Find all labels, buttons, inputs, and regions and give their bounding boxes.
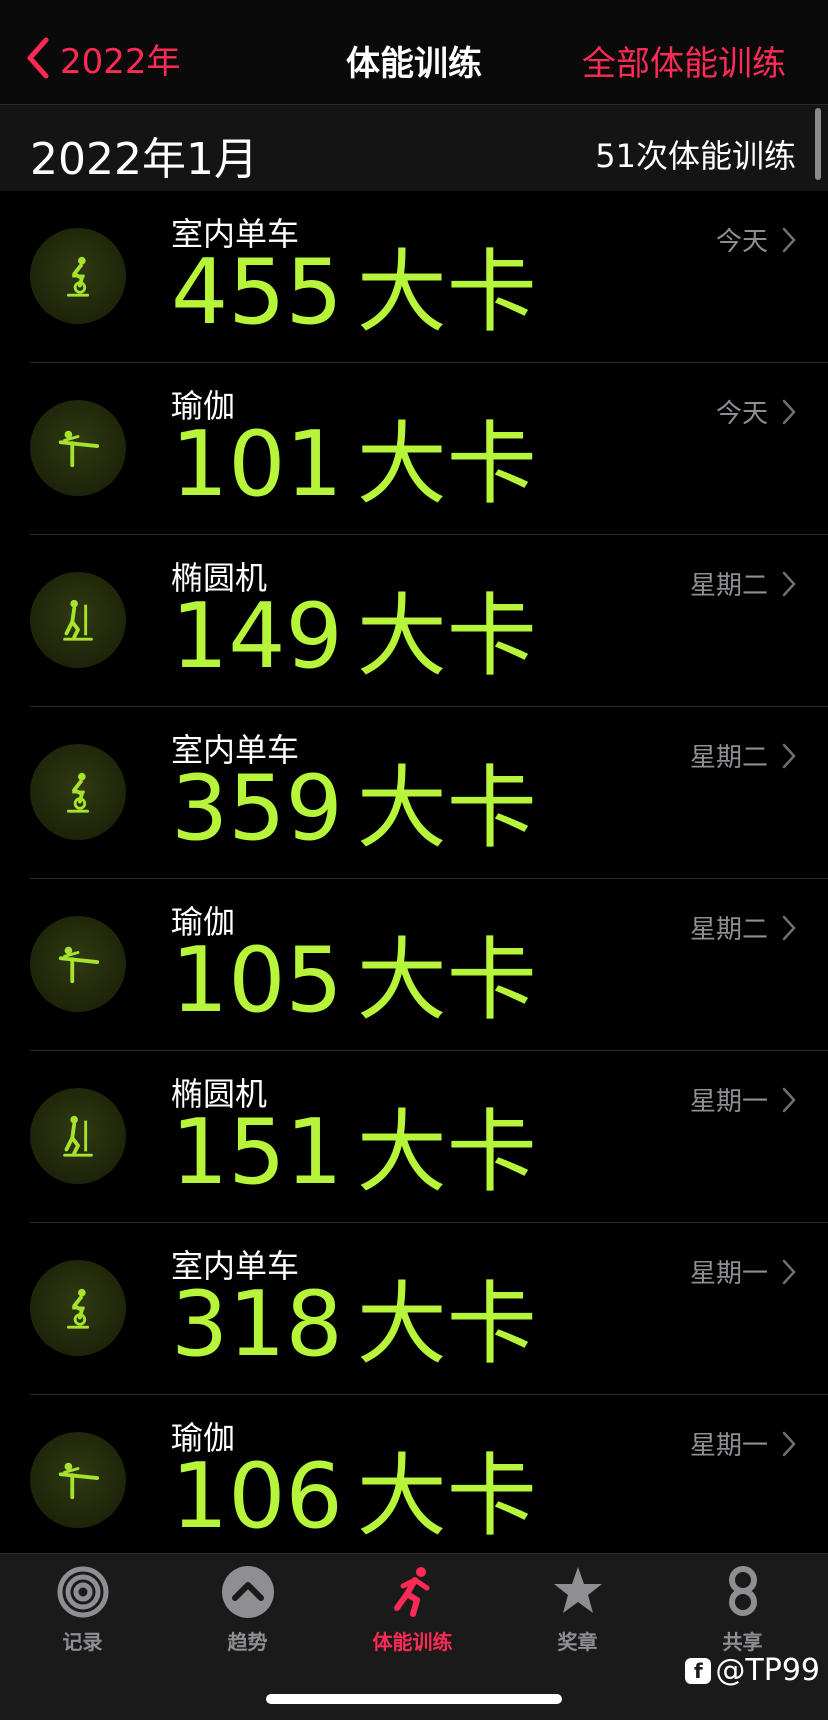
workout-date-label: 星期二: [689, 743, 768, 773]
chevron-right-icon: [782, 399, 796, 424]
workout-date-label: 星期一: [689, 1259, 768, 1289]
workout-row[interactable]: 室内单车 318 大卡 星期一: [0, 1223, 828, 1395]
calorie-unit: 大卡: [356, 584, 537, 689]
chevron-right-icon: [782, 1431, 796, 1456]
calorie-value: 455: [171, 240, 343, 345]
workout-row[interactable]: 瑜伽 106 大卡 星期一: [0, 1395, 828, 1567]
month-section-header: 2022年1月 51次体能训练: [0, 105, 828, 191]
workout-count: 51次体能训练: [595, 137, 796, 175]
trends-chevron-icon: [221, 1566, 274, 1618]
workout-date: 星期一: [690, 1081, 796, 1118]
calorie-unit: 大卡: [356, 1272, 537, 1377]
tab-label: 共享: [722, 1630, 763, 1654]
calorie-value: 359: [171, 756, 343, 861]
scrollbar[interactable]: [815, 108, 821, 180]
calorie-unit: 大卡: [356, 412, 537, 517]
workout-row[interactable]: 椭圆机 149 大卡 星期二: [0, 535, 828, 707]
workout-calories: 151 大卡: [171, 1101, 537, 1205]
workout-calories: 106 大卡: [171, 1445, 537, 1549]
workout-row[interactable]: 椭圆机 151 大卡 星期一: [0, 1051, 828, 1223]
watermark-logo-icon: f: [685, 1657, 712, 1684]
tab-history[interactable]: 记录: [0, 1564, 165, 1655]
yoga-icon: [30, 916, 126, 1012]
elliptical-icon: [30, 572, 126, 668]
workout-date-label: 星期一: [689, 1431, 768, 1461]
tab-label: 奖章: [557, 1630, 598, 1654]
workout-date-label: 今天: [715, 399, 768, 429]
calorie-value: 318: [171, 1272, 343, 1377]
workout-row[interactable]: 室内单车 455 大卡 今天: [0, 191, 828, 363]
workout-date: 星期二: [690, 737, 796, 774]
month-title: 2022年1月: [30, 134, 258, 185]
tab-awards[interactable]: 奖章: [495, 1564, 660, 1655]
all-workouts-button[interactable]: 全部体能训练: [582, 36, 786, 85]
workout-date: 星期二: [690, 565, 796, 602]
workout-list: 室内单车 455 大卡 今天 瑜伽 101 大卡 今天 椭圆机 149 大卡 星期二 …: [0, 191, 828, 1567]
workout-date: 星期二: [690, 909, 796, 946]
calorie-unit: 大卡: [356, 240, 537, 345]
calorie-unit: 大卡: [356, 1100, 537, 1205]
calorie-unit: 大卡: [356, 928, 537, 1033]
tab-workouts[interactable]: 体能训练: [330, 1564, 495, 1655]
home-indicator[interactable]: [266, 1694, 562, 1704]
workout-date-label: 星期二: [689, 915, 768, 945]
workout-calories: 105 大卡: [171, 929, 537, 1033]
workout-date: 今天: [716, 221, 796, 258]
calorie-unit: 大卡: [356, 1444, 537, 1549]
watermark-text: @TP99: [715, 1653, 820, 1688]
workout-row[interactable]: 室内单车 359 大卡 星期二: [0, 707, 828, 879]
indoor-cycle-icon: [30, 1260, 126, 1356]
calorie-value: 149: [171, 584, 343, 689]
workout-calories: 455 大卡: [171, 241, 537, 345]
yoga-icon: [30, 1432, 126, 1528]
tab-label: 体能训练: [372, 1630, 453, 1654]
award-star-icon: [553, 1567, 602, 1613]
workout-date: 今天: [716, 393, 796, 430]
chevron-right-icon: [782, 1259, 796, 1284]
navigation-bar: 2022年 体能训练 全部体能训练: [0, 0, 828, 104]
workout-date: 星期一: [690, 1425, 796, 1462]
calorie-value: 101: [171, 412, 343, 517]
tab-sharing[interactable]: 共享: [660, 1564, 825, 1655]
workout-date-label: 星期一: [689, 1087, 768, 1117]
workout-calories: 149 大卡: [171, 585, 537, 689]
watermark: f @TP99: [685, 1653, 820, 1688]
workout-date-label: 星期二: [689, 571, 768, 601]
indoor-cycle-icon: [30, 228, 126, 324]
workout-row[interactable]: 瑜伽 105 大卡 星期二: [0, 879, 828, 1051]
tab-label: 趋势: [227, 1630, 268, 1654]
chevron-right-icon: [782, 227, 796, 252]
workout-calories: 101 大卡: [171, 413, 537, 517]
chevron-right-icon: [782, 915, 796, 940]
calorie-value: 105: [171, 928, 343, 1033]
elliptical-icon: [30, 1088, 126, 1184]
tab-label: 记录: [62, 1630, 103, 1654]
workout-date: 星期一: [690, 1253, 796, 1290]
indoor-cycle-icon: [30, 744, 126, 840]
workout-calories: 318 大卡: [171, 1273, 537, 1377]
sharing-icon: [728, 1566, 757, 1616]
yoga-icon: [30, 400, 126, 496]
activity-rings-icon: [57, 1566, 108, 1618]
tab-trends[interactable]: 趋势: [165, 1564, 330, 1655]
running-figure-icon: [393, 1567, 429, 1617]
workout-calories: 359 大卡: [171, 757, 537, 861]
calorie-value: 151: [171, 1100, 343, 1205]
chevron-right-icon: [782, 1087, 796, 1112]
calorie-unit: 大卡: [356, 756, 537, 861]
calorie-value: 106: [171, 1444, 343, 1549]
workout-row[interactable]: 瑜伽 101 大卡 今天: [0, 363, 828, 535]
chevron-right-icon: [782, 571, 796, 596]
chevron-right-icon: [782, 743, 796, 768]
workout-date-label: 今天: [715, 227, 768, 257]
